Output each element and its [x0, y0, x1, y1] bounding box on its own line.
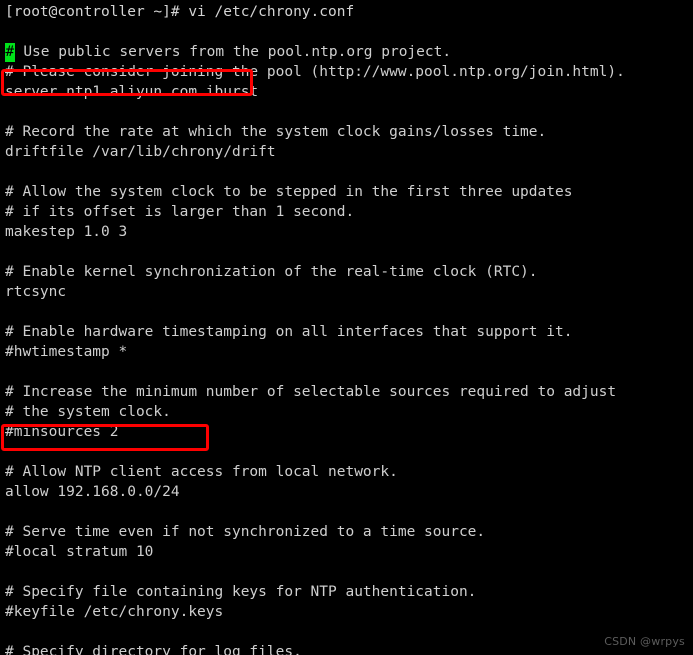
config-line-record-rate: # Record the rate at which the system cl… [5, 124, 547, 140]
config-line-keyfile: #keyfile /etc/chrony.keys [5, 604, 224, 620]
shell-prompt-line: [root@controller ~]# vi /etc/chrony.conf [5, 4, 355, 20]
config-line-the-system-clock: # the system clock. [5, 404, 171, 420]
config-line-driftfile: driftfile /var/lib/chrony/drift [5, 144, 276, 160]
config-line-allow-ntp-comment: # Allow NTP client access from local net… [5, 464, 398, 480]
config-line-allow-stepped: # Allow the system clock to be stepped i… [5, 184, 573, 200]
config-line-serve-time: # Serve time even if not synchronized to… [5, 524, 486, 540]
terminal-output[interactable]: [root@controller ~]# vi /etc/chrony.conf… [5, 2, 693, 655]
terminal-window[interactable]: [root@controller ~]# vi /etc/chrony.conf… [0, 0, 693, 655]
config-line-specify-keys: # Specify file containing keys for NTP a… [5, 584, 477, 600]
config-line-server-ntp1: server ntp1.aliyun.com iburst [5, 84, 259, 100]
config-line-specify-logdir: # Specify directory for log files. [5, 644, 302, 655]
vi-cursor-block: # [5, 43, 15, 62]
config-line-minsources: #minsources 2 [5, 424, 119, 440]
config-line-increase-minimum: # Increase the minimum number of selecta… [5, 384, 617, 400]
config-line-enable-kernel: # Enable kernel synchronization of the r… [5, 264, 538, 280]
config-line-local-stratum: #local stratum 10 [5, 544, 154, 560]
config-line-makestep: makestep 1.0 3 [5, 224, 128, 240]
config-line-allow-subnet: allow 192.168.0.0/24 [5, 484, 180, 500]
config-line-hwtimestamp: #hwtimestamp * [5, 344, 128, 360]
config-line-use-public: # Use public servers from the pool.ntp.o… [5, 42, 693, 62]
config-line-use-public-text: Use public servers from the pool.ntp.org… [14, 44, 452, 60]
config-line-enable-hardware-timestamp: # Enable hardware timestamping on all in… [5, 324, 573, 340]
config-line-offset-larger: # if its offset is larger than 1 second. [5, 204, 355, 220]
csdn-watermark: CSDN @wrpys [604, 635, 685, 648]
config-line-rtcsync: rtcsync [5, 284, 67, 300]
config-line-please-consider: # Please consider joining the pool (http… [5, 64, 625, 80]
